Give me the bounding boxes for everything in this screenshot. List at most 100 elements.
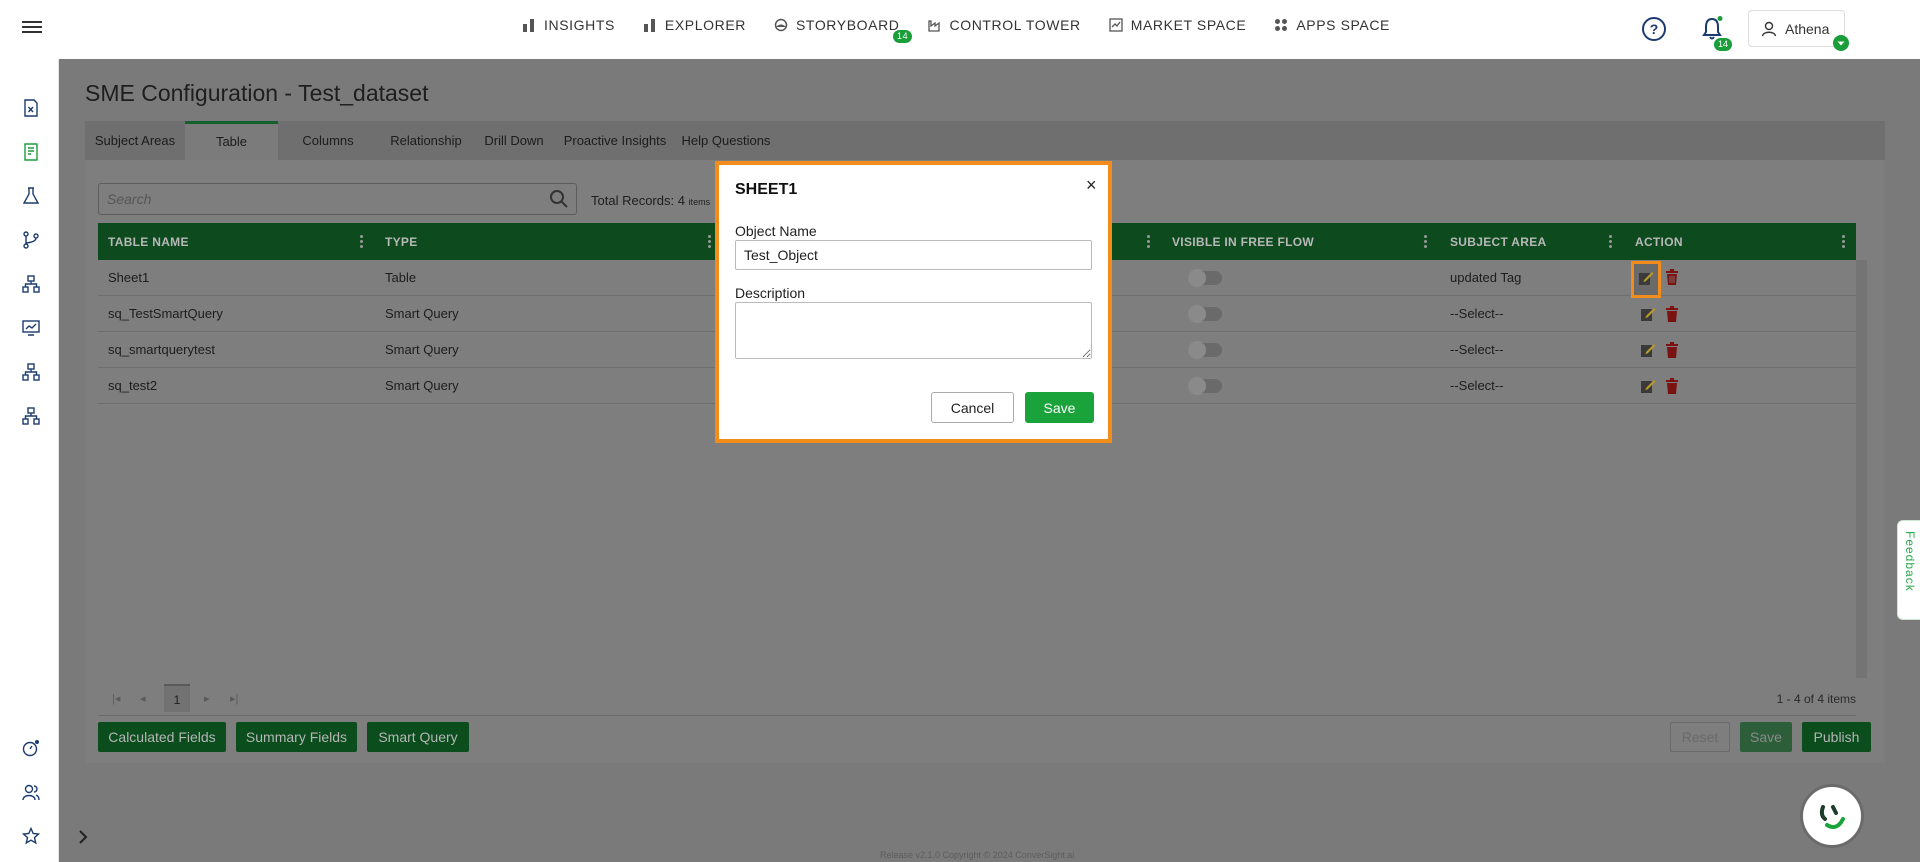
edit-icon[interactable] [1640, 306, 1656, 322]
table-name-cell: sq_test2 [108, 378, 158, 393]
first-page-icon[interactable]: |◂ [112, 692, 120, 705]
column-menu-icon[interactable] [1609, 235, 1613, 249]
prev-page-icon[interactable]: ◂ [140, 692, 146, 705]
visible-free-flow-toggle[interactable] [1188, 305, 1222, 323]
divider [98, 715, 1856, 716]
table-name-cell: sq_TestSmartQuery [108, 306, 223, 321]
calculated-fields-button[interactable]: Calculated Fields [98, 722, 226, 752]
tab-relationship[interactable]: Relationship [378, 121, 474, 160]
delete-icon[interactable] [1665, 306, 1679, 322]
delete-icon[interactable] [1665, 378, 1679, 394]
notification-badge: 14 [1714, 38, 1733, 51]
table-scrollbar[interactable] [1856, 260, 1867, 678]
last-page-icon[interactable]: ▸| [230, 692, 238, 705]
total-records-unit: items [688, 197, 711, 207]
storyboard-icon [774, 18, 788, 32]
factory-icon [927, 20, 940, 32]
users-icon[interactable] [22, 783, 40, 801]
hierarchy-icon[interactable] [22, 275, 40, 293]
hierarchy-icon[interactable] [22, 407, 40, 425]
top-navbar: INSIGHTS EXPLORER STORYBOARD 14 CONTROL … [0, 0, 1920, 59]
reset-button[interactable]: Reset [1670, 722, 1730, 752]
page-title: SME Configuration - Test_dataset [85, 80, 429, 106]
search-icon[interactable] [549, 189, 569, 209]
config-tabs: Subject Areas Table Columns Relationship… [85, 121, 1885, 160]
description-field[interactable] [735, 302, 1092, 359]
cancel-button[interactable]: Cancel [931, 392, 1014, 423]
tab-table[interactable]: Table [185, 121, 278, 160]
search-input[interactable]: Search [98, 183, 577, 215]
tab-help-questions[interactable]: Help Questions [676, 121, 776, 160]
visible-free-flow-toggle[interactable] [1188, 377, 1222, 395]
chat-assistant-button[interactable] [1800, 784, 1864, 848]
nav-apps-space[interactable]: APPS SPACE [1274, 17, 1390, 33]
subject-area-cell[interactable]: --Select-- [1450, 332, 1503, 368]
publish-button[interactable]: Publish [1802, 722, 1871, 752]
table-name-cell: sq_smartquerytest [108, 342, 215, 357]
hierarchy-icon[interactable] [22, 363, 40, 381]
column-menu-icon[interactable] [360, 235, 364, 249]
apps-grid-icon [1275, 19, 1288, 31]
type-cell: Smart Query [385, 342, 459, 357]
chat-bot-icon [1819, 805, 1845, 829]
pagination-info: 1 - 4 of 4 items [1776, 692, 1856, 706]
column-header-visible-in-free-flow[interactable]: VISIBLE IN FREE FLOW [1172, 223, 1314, 260]
visible-free-flow-toggle[interactable] [1188, 341, 1222, 359]
edit-icon[interactable] [1640, 378, 1656, 394]
nav-control-tower[interactable]: CONTROL TOWER [927, 17, 1081, 33]
smart-query-button[interactable]: Smart Query [367, 722, 469, 752]
git-branch-icon[interactable] [22, 231, 40, 249]
edit-icon[interactable] [1640, 342, 1656, 358]
dialog-save-button[interactable]: Save [1025, 392, 1094, 423]
monitor-chart-icon[interactable] [22, 319, 40, 337]
main-nav: INSIGHTS EXPLORER STORYBOARD 14 CONTROL … [522, 17, 1390, 43]
star-icon[interactable] [22, 827, 40, 845]
visible-free-flow-toggle[interactable] [1188, 269, 1222, 287]
column-menu-icon[interactable] [708, 235, 712, 249]
hamburger-icon[interactable] [22, 18, 42, 38]
column-header-action: ACTION [1635, 235, 1683, 249]
save-button[interactable]: Save [1740, 722, 1792, 752]
column-menu-icon[interactable] [1424, 235, 1428, 249]
tab-drill-down[interactable]: Drill Down [474, 121, 554, 160]
delete-icon[interactable] [1665, 269, 1679, 285]
edit-icon[interactable] [1638, 270, 1654, 286]
nav-storyboard[interactable]: STORYBOARD 14 [774, 17, 913, 43]
bell-icon[interactable]: 14 [1700, 16, 1733, 51]
excel-file-icon[interactable] [22, 99, 40, 117]
feedback-tab[interactable]: Feedback [1897, 520, 1920, 620]
timer-icon[interactable] [22, 739, 40, 757]
delete-icon[interactable] [1665, 342, 1679, 358]
chevron-right-icon[interactable] [76, 828, 90, 846]
flask-icon[interactable] [22, 187, 40, 205]
summary-fields-button[interactable]: Summary Fields [236, 722, 357, 752]
subject-area-cell[interactable]: --Select-- [1450, 368, 1503, 404]
column-header-type[interactable]: TYPE [385, 223, 418, 260]
user-menu-button[interactable]: Athena [1748, 10, 1849, 51]
column-header-table-name[interactable]: TABLE NAME [108, 223, 189, 260]
tab-subject-areas[interactable]: Subject Areas [85, 121, 185, 160]
column-menu-icon[interactable] [1147, 235, 1151, 249]
total-records-label: Total Records: 4 [591, 193, 685, 208]
storyboard-badge: 14 [892, 30, 913, 43]
feedback-label: Feedback [1903, 531, 1917, 592]
sme-config-icon[interactable] [22, 143, 40, 161]
nav-explorer[interactable]: EXPLORER [643, 17, 746, 33]
subject-area-cell[interactable]: updated Tag [1450, 260, 1521, 296]
column-header-subject-area[interactable]: SUBJECT AREA [1450, 223, 1547, 260]
nav-market-space[interactable]: MARKET SPACE [1109, 17, 1247, 33]
column-menu-icon[interactable] [1842, 235, 1846, 249]
tab-columns[interactable]: Columns [278, 121, 378, 160]
tab-proactive-insights[interactable]: Proactive Insights [554, 121, 676, 160]
subject-area-cell[interactable]: --Select-- [1450, 296, 1503, 332]
footer-copyright: Release v2.1.0 Copyright © 2024 ConverSi… [880, 850, 1075, 860]
description-label: Description [735, 285, 806, 301]
close-icon[interactable]: × [1086, 175, 1097, 196]
help-icon[interactable]: ? [1642, 17, 1666, 41]
next-page-icon[interactable]: ▸ [204, 692, 210, 705]
nav-insights[interactable]: INSIGHTS [522, 17, 615, 33]
page-number[interactable]: 1 [164, 684, 190, 712]
table-name-cell: Sheet1 [108, 270, 150, 285]
object-name-field[interactable] [735, 240, 1092, 270]
total-records: Total Records: 4 items [591, 193, 710, 208]
